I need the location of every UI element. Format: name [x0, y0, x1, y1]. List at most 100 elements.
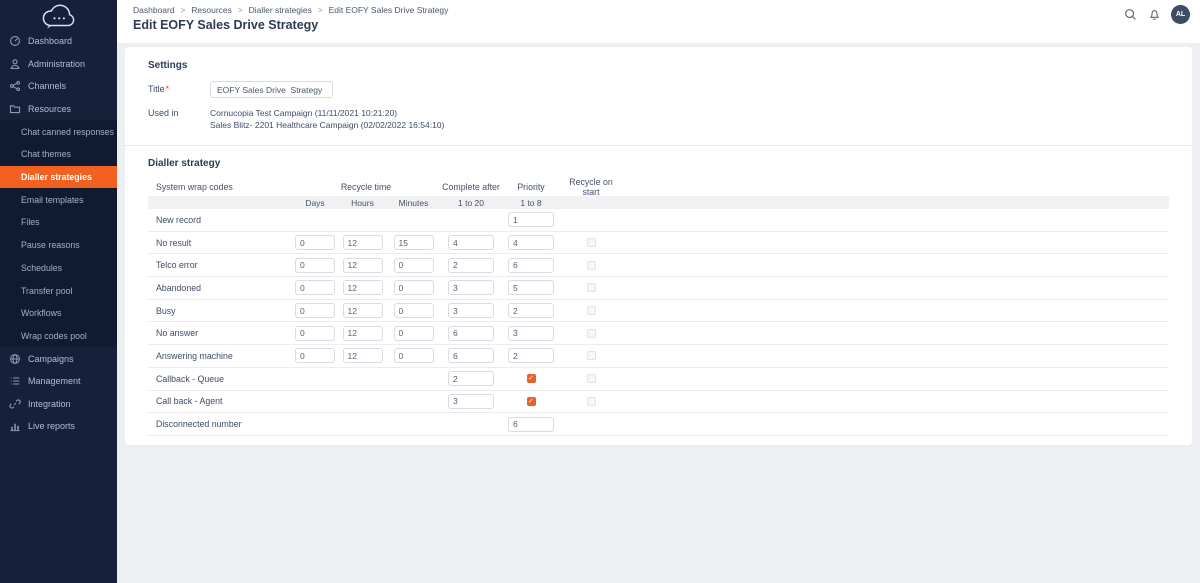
minutes-input[interactable]	[393, 325, 434, 341]
sidebar-item-dialler-strategies[interactable]: Dialler strategies	[0, 165, 117, 189]
priority-input[interactable]	[508, 325, 554, 341]
days-input[interactable]	[295, 303, 335, 319]
sidebar-item-label: Channels	[28, 81, 67, 92]
breadcrumb-item[interactable]: Dashboard	[133, 5, 175, 15]
breadcrumb-item[interactable]: Dialler strategies	[249, 5, 312, 15]
hours-input[interactable]	[342, 280, 383, 296]
sidebar-item-label: Schedules	[21, 262, 63, 273]
sidebar-item-campaigns[interactable]: Campaigns	[0, 347, 117, 370]
recycle-on-start-checkbox[interactable]	[586, 374, 596, 384]
recycle-on-start-checkbox[interactable]	[586, 238, 596, 248]
sidebar-item-channels[interactable]: Channels	[0, 75, 117, 98]
sidebar-item-label: Live reports	[28, 421, 76, 432]
days-input[interactable]	[295, 348, 335, 364]
complete-after-input-cell	[441, 280, 501, 296]
settings-heading: Settings	[148, 60, 188, 71]
title-input[interactable]	[210, 81, 333, 98]
table-row: Telco error	[148, 254, 1169, 278]
resources-submenu: Chat canned responses Chat themes Dialler …	[0, 120, 117, 348]
hours-input[interactable]	[342, 303, 383, 319]
sidebar-item-schedules[interactable]: Schedules	[0, 257, 117, 280]
complete-after-input[interactable]	[448, 393, 494, 409]
header-actions: AL	[1123, 5, 1190, 24]
hours-input[interactable]	[342, 257, 383, 273]
search-icon[interactable]	[1123, 8, 1137, 22]
priority-input[interactable]	[508, 212, 554, 228]
channels-icon	[9, 80, 21, 92]
recycle-on-start-checkbox[interactable]	[586, 328, 596, 338]
days-input[interactable]	[295, 257, 335, 273]
complete-after-input[interactable]	[448, 325, 494, 341]
hours-input-cell	[339, 257, 386, 273]
integration-icon	[9, 398, 21, 410]
recycle-on-start-checkbox[interactable]	[586, 260, 596, 270]
sidebar-item-email-templates[interactable]: Email templates	[0, 188, 117, 211]
days-input[interactable]	[295, 325, 335, 341]
sidebar-item-chat-canned-responses[interactable]: Chat canned responses	[0, 120, 117, 143]
sidebar-item-management[interactable]: Management	[0, 370, 117, 393]
minutes-input[interactable]	[393, 280, 434, 296]
priority-checkbox[interactable]: ✓	[526, 396, 536, 406]
sidebar-item-live-reports[interactable]: Live reports	[0, 415, 117, 438]
sidebar-item-workflows[interactable]: Workflows	[0, 302, 117, 325]
hours-input[interactable]	[342, 325, 383, 341]
days-input[interactable]	[295, 235, 335, 251]
sidebar-item-resources[interactable]: Resources	[0, 98, 117, 121]
hours-input[interactable]	[342, 235, 383, 251]
complete-after-input[interactable]	[448, 280, 494, 296]
recycle-on-start-checkbox[interactable]	[586, 283, 596, 293]
priority-input[interactable]	[508, 257, 554, 273]
required-asterisk: *	[165, 84, 170, 94]
sidebar-item-integration[interactable]: Integration	[0, 392, 117, 415]
sidebar-item-wrap-codes-pool[interactable]: Wrap codes pool	[0, 325, 117, 348]
minutes-input[interactable]	[393, 257, 434, 273]
priority-input[interactable]	[508, 235, 554, 251]
complete-after-input[interactable]	[448, 371, 494, 387]
hours-input[interactable]	[342, 348, 383, 364]
section-divider	[125, 145, 1192, 146]
priority-input[interactable]	[508, 303, 554, 319]
days-input[interactable]	[295, 280, 335, 296]
wrap-code-label: Disconnected number	[156, 419, 242, 430]
recycle-on-start-checkbox[interactable]	[586, 306, 596, 316]
avatar[interactable]: AL	[1171, 5, 1190, 24]
minutes-input[interactable]	[393, 235, 434, 251]
minutes-input-cell	[386, 235, 441, 251]
sidebar-item-chat-themes[interactable]: Chat themes	[0, 143, 117, 166]
recycle-on-start-checkbox[interactable]	[586, 351, 596, 361]
minutes-input[interactable]	[393, 303, 434, 319]
sidebar-item-administration[interactable]: Administration	[0, 53, 117, 76]
sidebar-item-pause-reasons[interactable]: Pause reasons	[0, 234, 117, 257]
wrap-code-label: Call back - Agent	[156, 396, 223, 407]
wrap-code-label: New record	[156, 214, 201, 225]
days-input-cell	[291, 257, 339, 273]
sidebar-item-dashboard[interactable]: Dashboard	[0, 30, 117, 53]
complete-after-input[interactable]	[448, 303, 494, 319]
priority-cell	[501, 325, 561, 341]
wrap-code-label: Telco error	[156, 260, 198, 271]
days-input-cell	[291, 325, 339, 341]
col-system-wrap-codes: System wrap codes	[156, 182, 233, 192]
hours-input-cell	[339, 325, 386, 341]
bell-icon[interactable]	[1147, 8, 1161, 22]
hours-input-cell	[339, 348, 386, 364]
priority-cell	[501, 348, 561, 364]
table-row: New record	[148, 209, 1169, 232]
priority-input[interactable]	[508, 348, 554, 364]
complete-after-input[interactable]	[448, 348, 494, 364]
sidebar-item-files[interactable]: Files	[0, 211, 117, 234]
priority-checkbox[interactable]: ✓	[526, 374, 536, 384]
dashboard-icon	[9, 35, 21, 47]
hours-input-cell	[339, 280, 386, 296]
priority-input[interactable]	[508, 416, 554, 432]
priority-input[interactable]	[508, 280, 554, 296]
priority-cell: ✓	[501, 374, 561, 384]
used-in-campaign: Cornucopia Test Campaign (11/11/2021 10:…	[210, 108, 398, 118]
complete-after-input[interactable]	[448, 257, 494, 273]
minutes-input[interactable]	[393, 348, 434, 364]
management-icon	[9, 375, 21, 387]
recycle-on-start-checkbox[interactable]	[586, 396, 596, 406]
breadcrumb-item[interactable]: Resources	[191, 5, 232, 15]
sidebar-item-transfer-pool[interactable]: Transfer pool	[0, 279, 117, 302]
complete-after-input[interactable]	[448, 235, 494, 251]
